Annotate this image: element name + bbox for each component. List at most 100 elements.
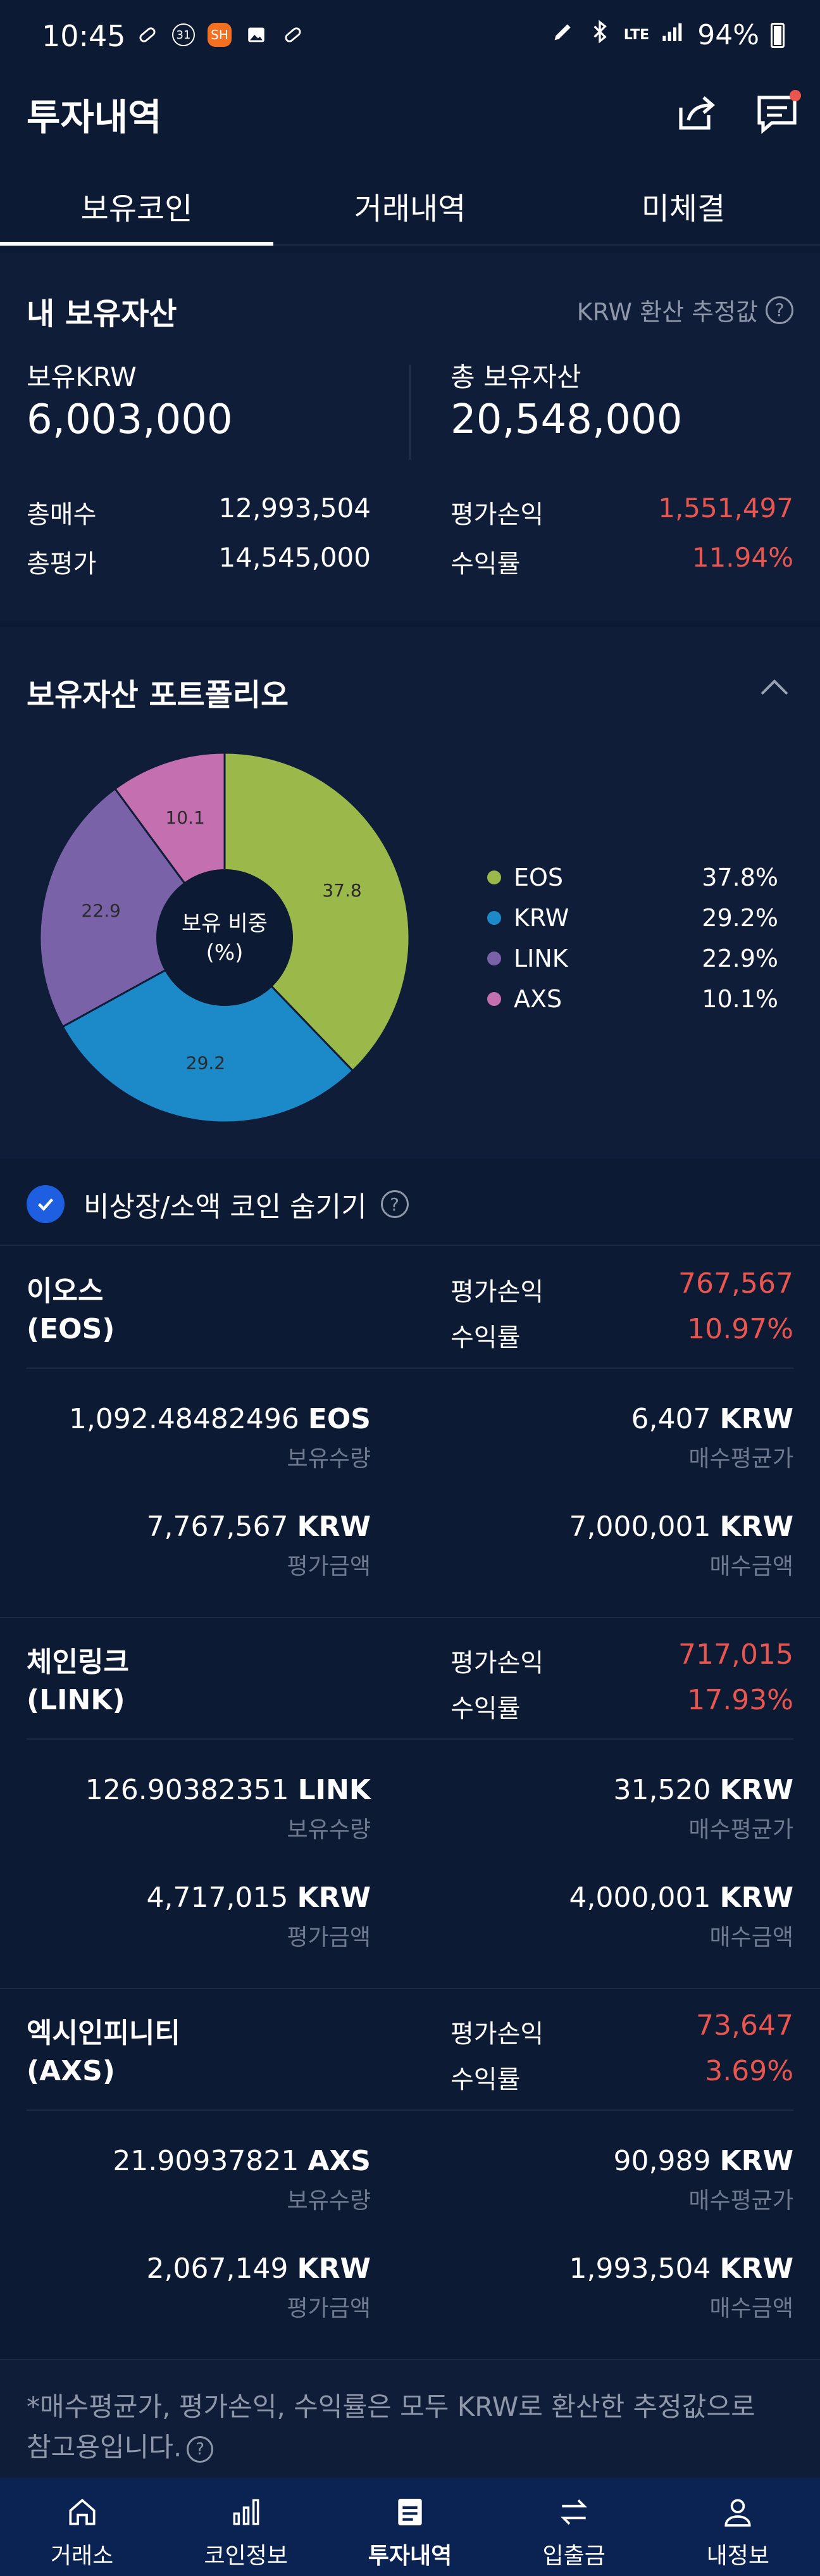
nav-label: 코인정보 <box>204 2543 289 2569</box>
coin-avg-price-unit: KRW <box>719 1774 793 1806</box>
image-icon <box>244 23 268 47</box>
coin-name-korean: 이오스 <box>27 1275 104 1307</box>
nav-label: 투자내역 <box>368 2543 452 2569</box>
coin-eval-amount-unit: KRW <box>297 1882 371 1914</box>
held-krw-value: 6,003,000 <box>27 396 233 443</box>
divider <box>27 1738 793 1740</box>
collapse-chevron-icon[interactable] <box>755 671 793 703</box>
coin-buy-amount-unit: KRW <box>719 1511 793 1543</box>
legend-value: 22.9% <box>702 945 778 972</box>
person-icon <box>724 2499 751 2527</box>
pie-slice-label: 37.8 <box>322 880 361 901</box>
coin-quantity-value: 126.90382351 <box>85 1774 289 1806</box>
legend-value: 37.8% <box>702 864 778 891</box>
tab-transactions[interactable]: 거래내역 <box>273 166 547 244</box>
bar-chart-icon <box>233 2499 259 2525</box>
transfer-icon <box>561 2499 587 2525</box>
portfolio-section: 보유자산 포트폴리오 37.8 29.2 22.9 10.1 보유 비중 (%) EO… <box>0 627 820 1159</box>
page-title: 투자내역 <box>27 96 162 139</box>
coin-card-axs[interactable]: 엑시인피니티 (AXS) 평가손익 73,647 수익률 3.69% 21.90… <box>0 1989 820 2360</box>
nav-exchange[interactable]: 거래소 <box>0 2478 164 2576</box>
share-button[interactable] <box>671 87 721 138</box>
coin-avg-price-value: 31,520 <box>613 1774 711 1806</box>
coin-roi-value: 17.93% <box>687 1684 793 1716</box>
nav-my-info[interactable]: 내정보 <box>656 2478 820 2576</box>
coin-name: 엑시인피니티 (AXS) <box>27 2014 180 2090</box>
coin-name-korean: 엑시인피니티 <box>27 2017 180 2049</box>
coin-code: (AXS) <box>27 2055 115 2087</box>
help-icon[interactable]: ? <box>380 1190 409 1218</box>
disclaimer-footnote: *매수평균가, 평가손익, 수익률은 모두 KRW로 환산한 추정값으로 참고용… <box>0 2360 820 2478</box>
coin-card-link[interactable]: 체인링크 (LINK) 평가손익 717,015 수익률 17.93% 126.… <box>0 1618 820 1989</box>
total-assets-value: 20,548,000 <box>450 396 683 443</box>
coin-eval-amount-unit: KRW <box>297 2252 371 2285</box>
coin-quantity-caption: 보유수량 <box>287 2188 371 2214</box>
tab-holdings[interactable]: 보유코인 <box>0 166 273 246</box>
coin-quantity: 126.90382351 LINK 보유수량 <box>85 1774 371 1844</box>
asset-summary-title: 내 보유자산 <box>27 296 177 332</box>
legend-name: AXS <box>514 985 562 1013</box>
coin-quantity-unit: EOS <box>308 1403 371 1435</box>
nav-label: 거래소 <box>50 2543 114 2569</box>
krw-estimate-label: KRW 환산 추정값 <box>576 298 758 326</box>
profit-loss-value: 1,551,497 <box>658 493 793 524</box>
divider <box>409 365 411 460</box>
calendar-icon: 31 <box>172 23 195 46</box>
tab-open-orders[interactable]: 미체결 <box>547 166 820 244</box>
coin-buy-amount-caption: 매수금액 <box>709 2296 793 2322</box>
footnote-line: 참고용입니다. <box>27 2432 182 2463</box>
coin-avg-price-value: 6,407 <box>631 1403 711 1435</box>
roi-label: 수익률 <box>450 550 521 579</box>
coin-roi-value: 3.69% <box>705 2055 793 2087</box>
coin-quantity-caption: 보유수량 <box>287 1817 371 1843</box>
document-icon <box>398 2499 422 2525</box>
coin-buy-amount-unit: KRW <box>719 1882 793 1914</box>
coin-eval-amount-caption: 평가금액 <box>287 1925 371 1951</box>
coin-eval-amount-value: 7,767,567 <box>146 1511 289 1543</box>
coin-buy-amount-unit: KRW <box>719 2252 793 2285</box>
legend-item: KRW 29.2% <box>487 898 778 938</box>
coin-quantity-caption: 보유수량 <box>287 1446 371 1472</box>
coin-eval-amount-unit: KRW <box>297 1511 371 1543</box>
coin-roi-label: 수익률 <box>450 1323 521 1352</box>
status-notification-icons: 31 SH <box>135 23 305 47</box>
coin-eval-amount: 2,067,149 KRW 평가금액 <box>147 2252 371 2323</box>
app-header: 투자내역 <box>0 76 820 152</box>
asset-summary: 내 보유자산 KRW 환산 추정값 ? 보유KRW 6,003,000 총 보유… <box>0 253 820 620</box>
krw-estimate-note[interactable]: KRW 환산 추정값 ? <box>577 292 793 327</box>
network-type-icon: LTE <box>623 27 650 43</box>
coin-eval-amount: 4,717,015 KRW 평가금액 <box>147 1882 371 1952</box>
coin-pl-value: 717,015 <box>678 1638 793 1671</box>
help-icon[interactable]: ? <box>187 2435 214 2463</box>
total-eval-label: 총평가 <box>27 550 97 579</box>
check-icon <box>37 1198 54 1211</box>
home-icon <box>69 2498 96 2525</box>
coin-code: (EOS) <box>27 1313 115 1345</box>
legend-name: LINK <box>514 945 568 972</box>
pill-icon <box>281 23 305 47</box>
chat-button[interactable] <box>752 87 802 138</box>
pie-legend: EOS 37.8% KRW 29.2% LINK 22.9% AXS 10.1% <box>487 857 778 1019</box>
hide-small-coins-checkbox[interactable] <box>27 1185 65 1223</box>
coin-name-korean: 체인링크 <box>27 1646 129 1678</box>
total-assets-label: 총 보유자산 <box>450 361 581 393</box>
coin-eval-amount: 7,767,567 KRW 평가금액 <box>147 1511 371 1581</box>
nav-investments[interactable]: 투자내역 <box>328 2478 492 2576</box>
coin-avg-price-caption: 매수평균가 <box>688 2188 793 2214</box>
pen-icon <box>550 19 576 51</box>
legend-value: 10.1% <box>702 985 778 1013</box>
coin-buy-amount: 7,000,001 KRW 매수금액 <box>569 1511 793 1581</box>
nav-deposit-withdraw[interactable]: 입출금 <box>492 2478 656 2576</box>
coin-card-eos[interactable]: 이오스 (EOS) 평가손익 767,567 수익률 10.97% 1,092.… <box>0 1247 820 1618</box>
divider <box>27 1367 793 1369</box>
coin-pl-value: 73,647 <box>696 2009 793 2042</box>
status-bar: 10:45 31 SH LTE 94% <box>0 0 820 76</box>
nav-coin-info[interactable]: 코인정보 <box>164 2478 328 2576</box>
coin-roi-label: 수익률 <box>450 2065 521 2094</box>
bluetooth-icon <box>587 19 612 51</box>
pill-icon <box>135 23 159 47</box>
coin-pl-label: 평가손익 <box>450 2020 544 2049</box>
hide-small-coins-label: 비상장/소액 코인 숨기기 <box>84 1191 367 1223</box>
notification-dot <box>790 90 801 101</box>
status-time: 10:45 <box>42 19 126 53</box>
